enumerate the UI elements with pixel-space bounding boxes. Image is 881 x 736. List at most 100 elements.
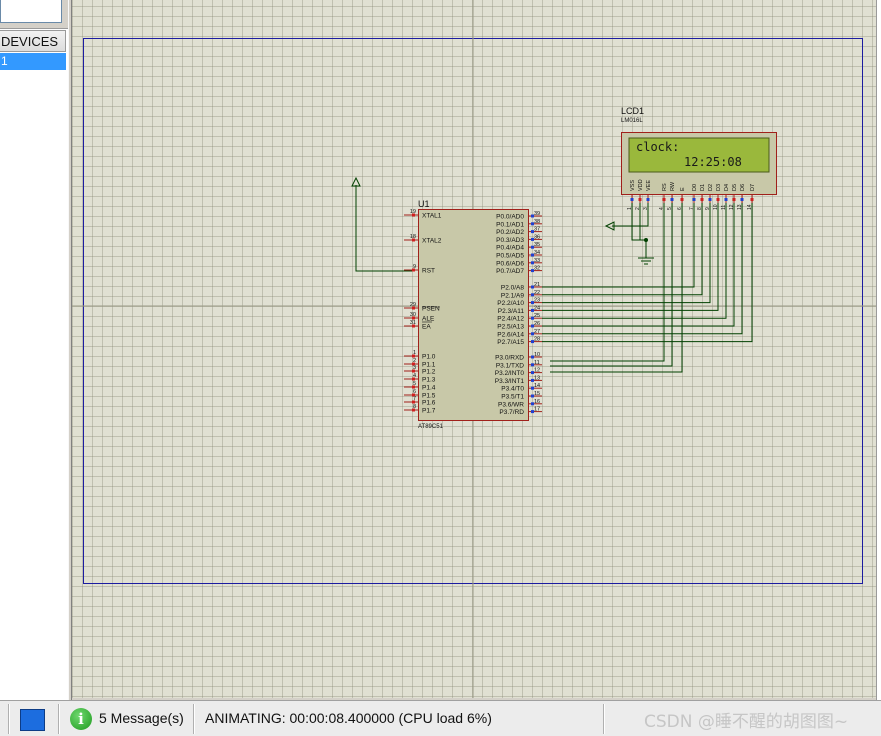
mcu-pin-number: 30 [410,312,416,318]
mcu-pin-name: P3.1/TXD [496,362,524,369]
mcu-pin-number: 8 [413,404,416,410]
mcu-pin-number: 15 [534,391,540,397]
mcu-pin-number: 21 [534,282,540,288]
mcu-pin-number: 26 [534,321,540,327]
lcd-pin-name: RW [670,181,676,191]
mcu-pin-number: 18 [410,234,416,240]
mcu-pin-name: EA [422,324,431,331]
pin-marker [716,198,720,201]
mcu-pin-name: P0.2/AD2 [496,229,524,236]
mcu-pin-name: XTAL2 [422,238,442,245]
mcu-component[interactable]: U1 AT89C51 19XTAL118XTAL29RST29PSEN30ALE… [404,199,542,430]
lcd-line-1: clock: [636,140,679,154]
pin-marker [662,198,666,201]
mcu-pin-name: P1.6 [422,400,436,407]
mcu-pin-number: 13 [534,375,540,381]
status-separator [8,704,9,734]
mcu-pin-number: 11 [534,360,540,366]
mcu-pin-number: 39 [534,211,540,217]
status-bar: i 5 Message(s) ANIMATING: 00:00:08.40000… [0,700,881,736]
ground-icon [638,257,654,265]
bus-wire[interactable] [542,203,727,319]
mcu-pin-name: P2.4/A12 [497,316,524,323]
messages-count[interactable]: 5 Message(s) [99,710,184,726]
simulation-status: ANIMATING: 00:00:08.400000 (CPU load 6%) [205,710,492,726]
mcu-pin-number: 3 [413,365,416,371]
lcd-pin-name: VSS [630,180,636,191]
devices-header[interactable]: DEVICES [0,30,66,52]
mcu-pin-number: 2 [413,358,416,364]
bus-wire[interactable] [542,203,703,296]
mcu-pin-number: 19 [410,209,416,215]
pin-marker [732,198,736,201]
bus-wire[interactable] [542,203,719,311]
device-list-item-selected[interactable]: 1 [0,53,66,70]
mcu-pin-name: RST [422,268,435,275]
mcu-pin-number: 1 [413,350,416,356]
mcu-pin-name: P1.0 [422,354,436,361]
mcu-pin-name: P3.3/INT1 [495,378,525,385]
mcu-pin-number: 35 [534,242,540,248]
mcu-pin-number: 36 [534,234,540,240]
lcd-pin-name: D1 [700,184,706,191]
mcu-pin-name: P2.2/A10 [497,300,524,307]
lcd-pin-number: 3 [643,207,649,210]
mcu-pin-name: P0.1/AD1 [496,221,524,228]
overview-window[interactable] [0,0,62,23]
lcd-pin-number: 2 [635,207,641,210]
data-bus-wires[interactable] [542,203,753,343]
mcu-pin-name: P1.5 [422,393,436,400]
mcu-right-pins: 39 P0.0/AD0 38 P0.1/AD1 37 P0.2/AD2 36 P0.3/AD3… [495,211,542,416]
bus-wire[interactable] [542,203,695,288]
pin-marker [708,198,712,201]
status-separator [603,704,604,734]
status-separator [193,704,194,734]
mcu-pin-number: 16 [534,399,540,405]
left-panel: DEVICES 1 [0,0,69,700]
info-icon[interactable]: i [70,708,92,730]
lcd-pin-name: VEE [646,180,652,191]
mcu-pin-number: 38 [534,219,540,225]
lcd-pin-number: 1 [627,207,633,210]
mcu-pin-name: P2.3/A11 [498,308,525,315]
mcu-pin-name: P0.5/AD5 [496,253,524,260]
lcd-pin-number: 14 [747,204,753,210]
mcu-pin-name: P0.7/AD7 [496,268,524,275]
mcu-pin-name: P3.7/RD [499,409,524,416]
lcd-pin-name: D4 [724,184,730,191]
bus-wire[interactable] [542,203,711,304]
mcu-pin-number: 22 [534,290,540,296]
mcu-pin-number: 9 [413,264,416,270]
lcd-pin-number: 8 [697,207,703,210]
lcd-component[interactable]: LCD1 LM016L clock: 12:25:08 VSS 1 VDD 2 VEE 3… [621,106,777,210]
bus-wire[interactable] [542,203,735,327]
pin-marker [670,198,674,201]
mcu-pin-name: P0.4/AD4 [496,245,524,252]
overview-area [0,0,68,29]
mcu-ref: U1 [418,199,430,209]
schematic-canvas[interactable]: LCD1 LM016L clock: 12:25:08 VSS 1 VDD 2 VEE 3… [72,0,876,698]
pin-marker [740,198,744,201]
mcu-pin-name: P0.3/AD3 [496,237,524,244]
lcd-pin-name: D0 [692,184,698,191]
pin-marker [680,198,684,201]
pin-marker [646,198,650,201]
mcu-pin-name: P1.7 [422,408,436,415]
lcd-pin-number: 6 [677,207,683,210]
mcu-pin-number: 28 [534,337,540,343]
mcu-pin-number: 7 [413,396,416,402]
lcd-pin-name: D7 [750,184,756,191]
bus-wire[interactable] [542,203,753,343]
mcu-pin-number: 25 [534,313,540,319]
mcu-part: AT89C51 [418,424,444,430]
bus-wire[interactable] [542,203,743,335]
lcd-pin-number: 5 [667,207,673,210]
rst-terminal-arrow [351,176,361,187]
mcu-pin-number: 37 [534,227,540,233]
stop-simulation-button[interactable] [20,709,45,731]
mcu-pin-number: 23 [534,298,540,304]
mcu-pin-number: 34 [534,250,540,256]
vertical-scrollbar[interactable] [876,0,881,700]
lcd-part: LM016L [621,118,643,124]
lcd-pin-name: E [680,187,686,191]
